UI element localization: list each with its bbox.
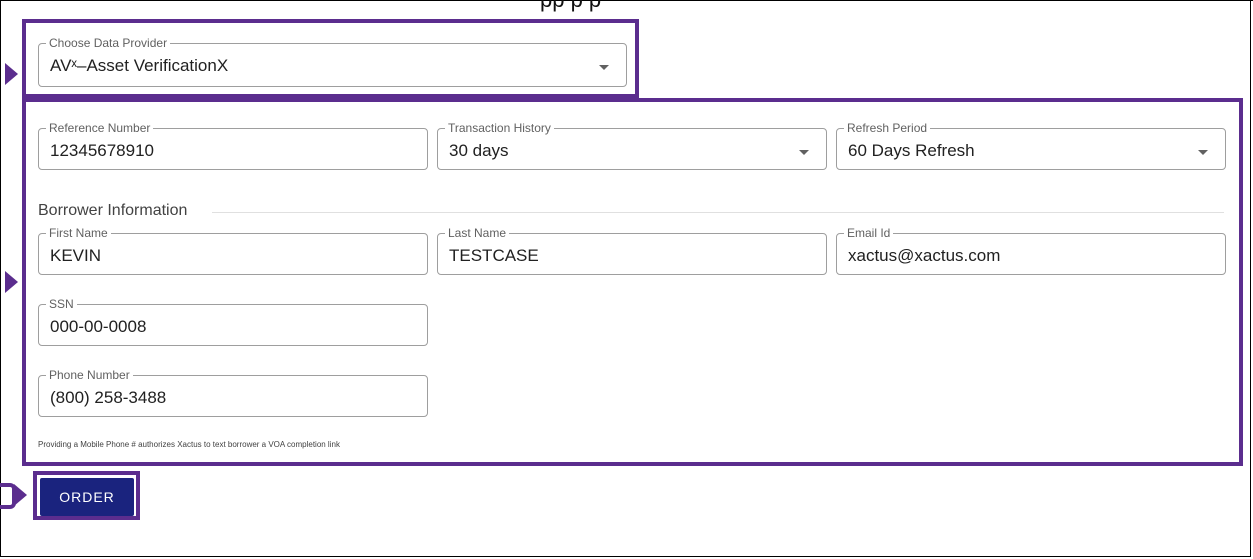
data-provider-select[interactable]: Choose Data Provider AVˣ–Asset Verificat…: [38, 36, 627, 87]
ssn-field[interactable]: SSN 000-00-0008: [38, 297, 428, 346]
reference-number-field[interactable]: Reference Number 12345678910: [38, 121, 428, 170]
email-label: Email Id: [844, 226, 894, 240]
order-button[interactable]: ORDER: [40, 478, 134, 516]
section-divider: [212, 212, 1224, 213]
email-value: xactus@xactus.com: [848, 246, 1001, 265]
reference-number-label: Reference Number: [46, 121, 154, 135]
first-name-label: First Name: [46, 226, 111, 240]
chevron-down-icon[interactable]: [799, 150, 809, 155]
last-name-field[interactable]: Last Name TESTCASE: [437, 226, 827, 275]
phone-number-field[interactable]: Phone Number (800) 258-3488: [38, 368, 428, 417]
phone-consent-note: Providing a Mobile Phone # authorizes Xa…: [38, 440, 340, 449]
refresh-period-value: 60 Days Refresh: [848, 141, 975, 160]
transaction-history-label: Transaction History: [445, 121, 554, 135]
last-name-value: TESTCASE: [449, 246, 539, 265]
refresh-period-select[interactable]: Refresh Period 60 Days Refresh: [836, 121, 1226, 170]
chevron-down-icon[interactable]: [599, 65, 609, 70]
ssn-value: 000-00-0008: [50, 317, 147, 336]
callout-arrow-icon: [5, 271, 18, 293]
reference-number-value: 12345678910: [50, 141, 155, 160]
first-name-value: KEVIN: [50, 246, 102, 265]
last-name-label: Last Name: [445, 226, 510, 240]
phone-number-label: Phone Number: [46, 368, 133, 382]
refresh-period-label: Refresh Period: [844, 121, 931, 135]
cropped-header-text: pp p p: [540, 0, 601, 11]
callout-arrow-icon: [5, 63, 18, 85]
transaction-history-select[interactable]: Transaction History 30 days: [437, 121, 827, 170]
chevron-down-icon[interactable]: [1198, 150, 1208, 155]
data-provider-value: AVˣ–Asset VerificationX: [50, 56, 229, 75]
first-name-field[interactable]: First Name KEVIN: [38, 226, 428, 275]
callout-arrow-icon: [14, 484, 27, 506]
borrower-information-heading: Borrower Information: [38, 202, 188, 219]
data-provider-label: Choose Data Provider: [46, 36, 171, 50]
ssn-label: SSN: [46, 297, 77, 311]
email-field[interactable]: Email Id xactus@xactus.com: [836, 226, 1226, 275]
transaction-history-value: 30 days: [449, 141, 509, 160]
phone-number-value: (800) 258-3488: [50, 388, 167, 407]
